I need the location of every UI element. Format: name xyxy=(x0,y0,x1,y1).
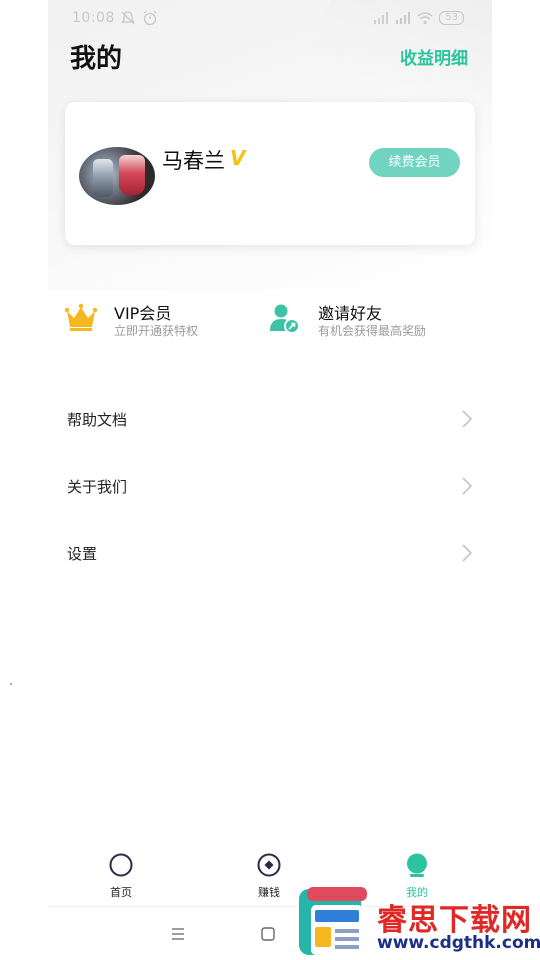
vip-membership-entry[interactable]: VIP会员 立即开通获特权 xyxy=(64,297,254,345)
vip-title: VIP会员 xyxy=(114,304,172,323)
invite-friends-entry[interactable]: 邀请好友 有机会获得最高奖励 xyxy=(268,297,468,345)
menu-item-about-us[interactable]: 关于我们 xyxy=(48,464,492,508)
invite-title: 邀请好友 xyxy=(318,304,383,323)
status-time: 10:08 xyxy=(72,10,115,26)
username: 马春兰 xyxy=(162,149,225,173)
status-bar: 10:08 53 xyxy=(48,8,492,32)
watermark: 睿思下载网 www.cdgthk.com xyxy=(297,887,540,960)
tab-home[interactable]: 首页 xyxy=(66,842,176,906)
watermark-logo-icon xyxy=(299,887,367,955)
home-square-icon[interactable] xyxy=(259,925,277,943)
wifi-icon xyxy=(417,12,433,25)
menu-item-label: 关于我们 xyxy=(67,478,128,496)
menu-item-label: 帮助文档 xyxy=(67,411,128,429)
menu-item-help-docs[interactable]: 帮助文档 xyxy=(48,397,492,441)
page-title: 我的 xyxy=(70,44,123,74)
status-notification-icons xyxy=(120,10,158,26)
avatar-photo-detail-2 xyxy=(119,155,145,195)
invite-subtitle: 有机会获得最高奖励 xyxy=(318,324,427,338)
avatar-photo-detail xyxy=(93,159,113,197)
crown-icon xyxy=(64,303,98,331)
vip-badge-icon: V xyxy=(230,146,246,170)
app-screen: 10:08 53 我的 收益明细 马春兰 V 续费会员 VIP会员 立即开通获特… xyxy=(48,0,492,960)
bell-off-icon xyxy=(121,11,135,25)
profile-card[interactable]: 马春兰 V 续费会员 xyxy=(65,102,475,245)
tab-label: 首页 xyxy=(110,886,132,899)
menu-lines-icon[interactable] xyxy=(169,925,187,943)
chevron-right-icon xyxy=(462,410,473,428)
profile-icon xyxy=(407,853,427,877)
alarm-clock-icon xyxy=(143,10,157,26)
income-details-link[interactable]: 收益明细 xyxy=(400,44,468,69)
signal-icon-2 xyxy=(396,12,411,24)
home-circle-icon xyxy=(109,853,133,877)
invite-user-icon xyxy=(270,304,300,334)
earn-diamond-icon xyxy=(257,853,281,877)
stray-dot xyxy=(10,683,12,685)
vip-subtitle: 立即开通获特权 xyxy=(114,324,199,338)
chevron-right-icon xyxy=(462,477,473,495)
chevron-right-icon xyxy=(462,544,473,562)
renew-membership-button[interactable]: 续费会员 xyxy=(369,148,460,177)
status-system-icons: 53 xyxy=(373,11,464,25)
menu-item-label: 设置 xyxy=(67,545,98,563)
signal-icon xyxy=(374,12,389,24)
battery-indicator: 53 xyxy=(439,11,464,25)
watermark-url: www.cdgthk.com xyxy=(377,933,540,953)
menu-item-settings[interactable]: 设置 xyxy=(48,531,492,575)
avatar[interactable] xyxy=(79,147,155,205)
